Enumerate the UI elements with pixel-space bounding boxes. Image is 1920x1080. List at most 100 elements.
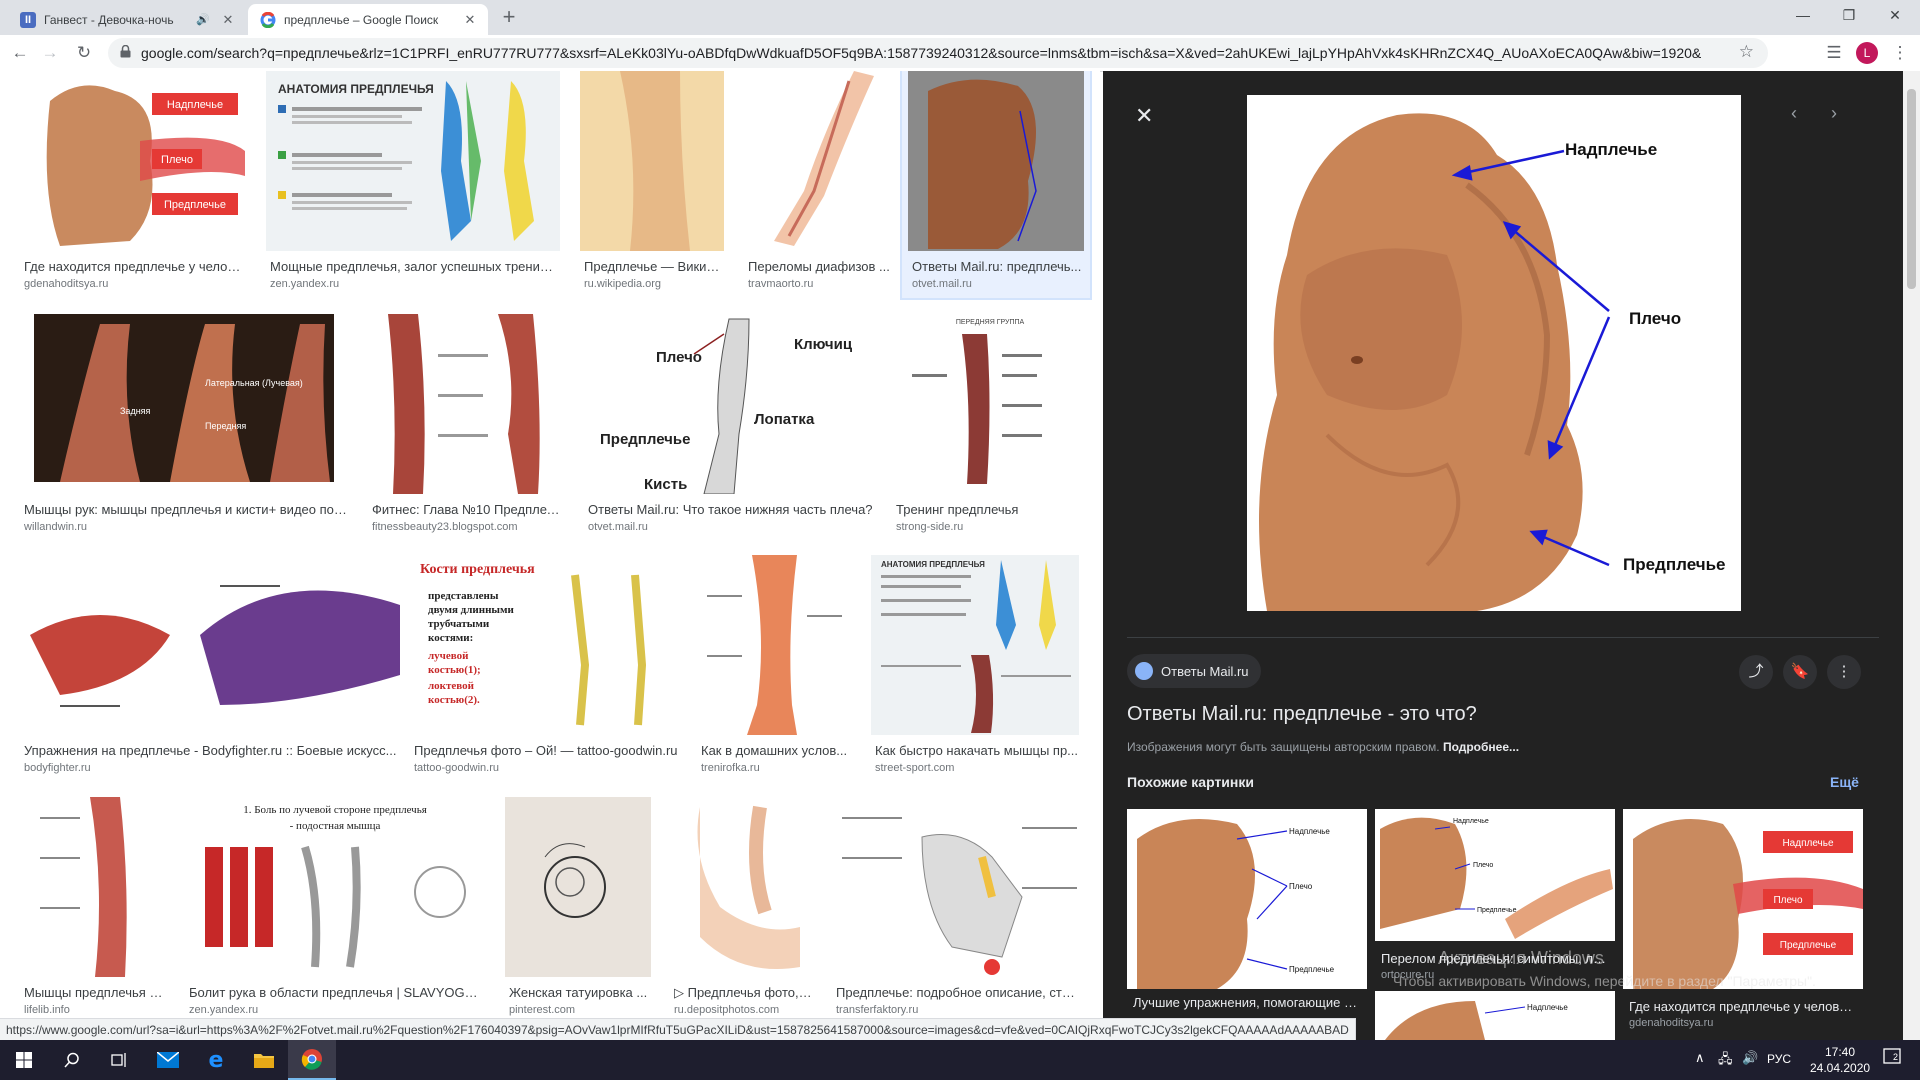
result-caption[interactable]: Предплечье: подробное описание, стро... xyxy=(836,985,1082,1000)
result-caption[interactable]: Мощные предплечья, залог успешных тренир… xyxy=(270,259,560,274)
source-chip[interactable]: Ответы Mail.ru xyxy=(1127,654,1261,688)
result-card[interactable]: Предплечье: подробное описание, стро... … xyxy=(832,797,1082,1022)
close-tab-icon[interactable]: ✕ xyxy=(462,12,478,28)
speaker-icon[interactable]: 🔊 xyxy=(196,13,210,26)
clock[interactable]: 17:40 24.04.2020 xyxy=(1810,1044,1870,1076)
new-tab-button[interactable]: + xyxy=(497,6,521,30)
close-window-button[interactable]: ✕ xyxy=(1872,0,1918,30)
result-thumbnail[interactable] xyxy=(505,797,651,977)
chevron-left-icon[interactable]: ‹ xyxy=(1791,103,1797,124)
result-thumbnail[interactable]: 1. Боль по лучевой стороне предплечья - … xyxy=(185,797,485,977)
result-card[interactable]: Упражнения на предплечье - Bodyfighter.r… xyxy=(20,555,408,780)
result-thumbnail[interactable]: Плечо Ключиц Предплечье Лопатка Кисть xyxy=(584,314,876,494)
result-caption[interactable]: Как быстро накачать мышцы пр... xyxy=(875,743,1079,758)
result-thumbnail[interactable] xyxy=(744,71,890,251)
result-source[interactable]: street-sport.com xyxy=(875,762,954,774)
file-explorer-icon[interactable] xyxy=(240,1040,288,1080)
result-caption[interactable]: Предплечье — Википе... xyxy=(584,259,724,274)
result-source[interactable]: ru.wikipedia.org xyxy=(584,278,661,290)
result-source[interactable]: otvet.mail.ru xyxy=(588,521,648,533)
result-thumbnail[interactable] xyxy=(20,797,166,977)
windows-start-icon[interactable] xyxy=(0,1040,48,1080)
result-card[interactable]: 1. Боль по лучевой стороне предплечья - … xyxy=(185,797,485,1022)
result-card[interactable]: Женская татуировка ... pinterest.com xyxy=(505,797,651,1022)
network-icon[interactable]: 🖧 xyxy=(1718,1050,1733,1072)
result-card[interactable]: Кости предплечья представлены двумя длинн… xyxy=(410,555,678,780)
chevron-up-icon[interactable]: ∧ xyxy=(1695,1050,1705,1066)
result-card[interactable]: Как в домашних услов... trenirofka.ru xyxy=(697,555,851,780)
result-card[interactable]: АНАТОМИЯ ПРЕДПЛЕЧЬЯ Как быстро накачать … xyxy=(871,555,1079,780)
result-caption[interactable]: Фитнес: Глава №10 Предплечье xyxy=(372,502,562,517)
result-card-selected[interactable]: Ответы Mail.ru: предплечь... otvet.mail.… xyxy=(900,71,1092,300)
result-card[interactable]: ПЕРЕДНЯЯ ГРУППА Тренинг предплечья stron… xyxy=(892,314,1088,539)
related-image[interactable]: Надплечье Плечо Предплечье xyxy=(1127,809,1367,989)
result-source[interactable]: travmaorto.ru xyxy=(748,278,813,290)
profile-avatar[interactable]: L xyxy=(1856,42,1878,64)
notification-center-icon[interactable]: 2 xyxy=(1880,1048,1904,1072)
result-source[interactable]: tattoo-goodwin.ru xyxy=(414,762,499,774)
bookmark-icon[interactable]: 🔖 xyxy=(1783,655,1817,689)
result-source[interactable]: bodyfighter.ru xyxy=(24,762,91,774)
result-caption[interactable]: Мышцы предплечья - ... xyxy=(24,985,166,1000)
reading-list-icon[interactable]: ☰ xyxy=(1822,41,1846,65)
result-caption[interactable]: Женская татуировка ... xyxy=(509,985,651,1000)
result-caption[interactable]: Мышцы рук: мышцы предплечья и кисти+ вид… xyxy=(24,502,348,517)
preview-title[interactable]: Ответы Mail.ru: предплечье - это что? xyxy=(1127,703,1477,726)
result-source[interactable]: fitnessbeauty23.blogspot.com xyxy=(372,521,518,533)
result-thumbnail[interactable] xyxy=(580,71,724,251)
result-card[interactable]: Плечо Ключиц Предплечье Лопатка Кисть От… xyxy=(584,314,876,539)
result-card[interactable]: Мышцы предплечья - ... lifelib.info xyxy=(20,797,166,1022)
result-card[interactable]: Задняя Латеральная (Лучевая) Передняя Мы… xyxy=(20,314,348,539)
preview-image[interactable]: Надплечье Плечо Предплечье xyxy=(1247,95,1741,611)
result-caption[interactable]: Ответы Mail.ru: предплечь... xyxy=(912,259,1088,274)
task-view-icon[interactable] xyxy=(96,1040,144,1080)
result-thumbnail[interactable] xyxy=(20,555,408,735)
result-caption[interactable]: Где находится предплечье у челове... xyxy=(24,259,244,274)
result-source[interactable]: gdenahoditsya.ru xyxy=(24,278,108,290)
result-source[interactable]: transferfaktory.ru xyxy=(836,1004,918,1016)
keyboard-language[interactable]: РУС xyxy=(1767,1052,1791,1066)
result-source[interactable]: otvet.mail.ru xyxy=(912,278,972,290)
result-thumbnail[interactable] xyxy=(908,71,1084,251)
url-text[interactable]: google.com/search?q=предплечье&rlz=1C1PR… xyxy=(141,45,1701,61)
chrome-icon[interactable] xyxy=(288,1040,336,1080)
restore-button[interactable]: ❐ xyxy=(1826,0,1872,30)
result-source[interactable]: zen.yandex.ru xyxy=(189,1004,258,1016)
result-thumbnail[interactable]: АНАТОМИЯ ПРЕДПЛЕЧЬЯ xyxy=(266,71,560,251)
share-icon[interactable]: ⤴ xyxy=(1739,655,1773,689)
scrollbar-thumb[interactable] xyxy=(1907,89,1916,289)
tab-music[interactable]: II Ганвест - Девочка-ночь 🔊 ✕ xyxy=(8,4,246,35)
result-source[interactable]: willandwin.ru xyxy=(24,521,87,533)
result-caption[interactable]: Упражнения на предплечье - Bodyfighter.r… xyxy=(24,743,408,758)
result-card[interactable]: Надплечье Плечо Предплечье Где находится… xyxy=(20,71,246,296)
page-scrollbar[interactable] xyxy=(1903,71,1920,1040)
related-image[interactable]: Надплечье xyxy=(1375,991,1615,1040)
result-thumbnail[interactable]: Задняя Латеральная (Лучевая) Передняя xyxy=(20,314,348,494)
result-thumbnail[interactable]: АНАТОМИЯ ПРЕДПЛЕЧЬЯ xyxy=(871,555,1079,735)
result-card[interactable]: АНАТОМИЯ ПРЕДПЛЕЧЬЯ Мощные предплечья, з… xyxy=(266,71,560,296)
learn-more-link[interactable]: Подробнее... xyxy=(1443,740,1519,754)
result-thumbnail[interactable] xyxy=(697,555,851,735)
result-caption[interactable]: Ответы Mail.ru: Что такое нижняя часть п… xyxy=(588,502,876,517)
result-source[interactable]: zen.yandex.ru xyxy=(270,278,339,290)
result-caption[interactable]: Предплечья фото – Ой! — tattoo-goodwin.r… xyxy=(414,743,678,758)
volume-icon[interactable]: 🔊 xyxy=(1742,1050,1758,1066)
result-source[interactable]: trenirofka.ru xyxy=(701,762,760,774)
close-tab-icon[interactable]: ✕ xyxy=(220,12,236,28)
result-caption[interactable]: ▷ Предплечья фото, ... xyxy=(674,985,812,1001)
close-icon[interactable]: ✕ xyxy=(1135,103,1153,129)
result-source[interactable]: pinterest.com xyxy=(509,1004,575,1016)
related-caption[interactable]: Лучшие упражнения, помогающие из... xyxy=(1133,995,1361,1010)
address-bar[interactable]: google.com/search?q=предплечье&rlz=1C1PR… xyxy=(108,38,1768,68)
result-source[interactable]: strong-side.ru xyxy=(896,521,963,533)
search-icon[interactable] xyxy=(48,1040,96,1080)
more-related-link[interactable]: Ещё xyxy=(1830,774,1859,790)
forward-icon[interactable]: → xyxy=(38,41,62,65)
bookmark-star-icon[interactable]: ☆ xyxy=(1739,42,1754,62)
chevron-right-icon[interactable]: › xyxy=(1831,103,1837,124)
tab-google-search[interactable]: предплечье – Google Поиск ✕ xyxy=(248,4,488,35)
result-thumbnail[interactable] xyxy=(832,797,1082,977)
reload-icon[interactable]: ↻ xyxy=(72,41,96,65)
back-icon[interactable]: ← xyxy=(8,41,32,65)
result-source[interactable]: ru.depositphotos.com xyxy=(674,1004,779,1016)
